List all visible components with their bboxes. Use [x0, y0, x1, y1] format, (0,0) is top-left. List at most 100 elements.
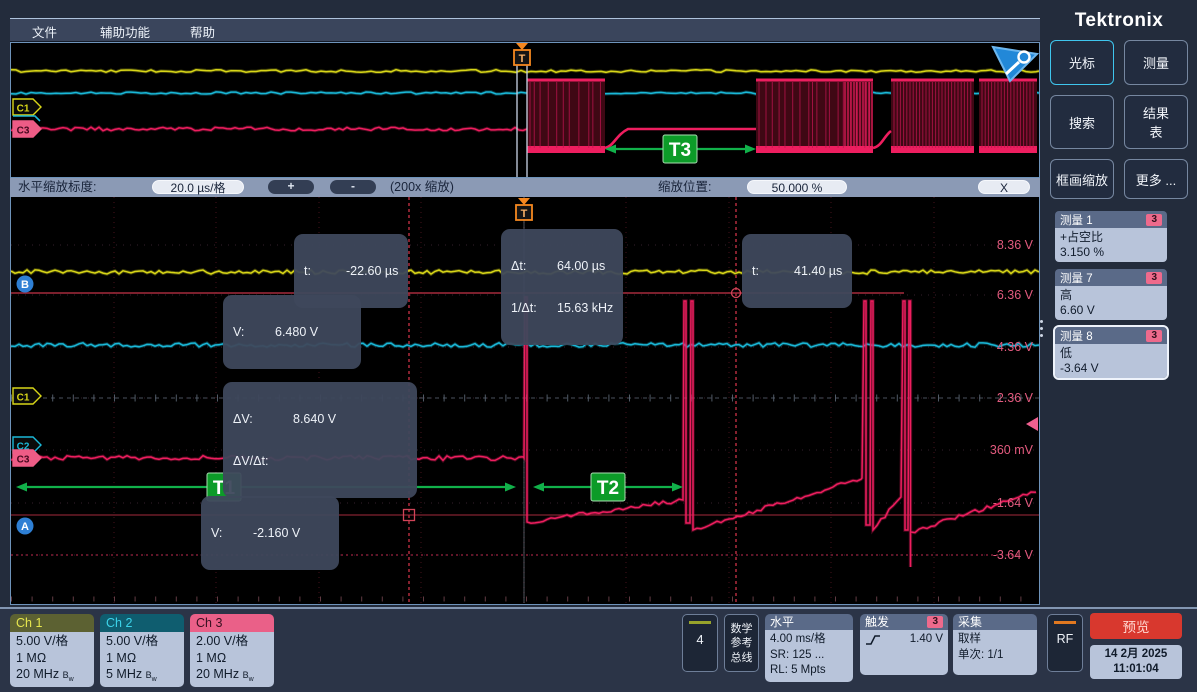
datetime-display: 14 2月 2025 11:01:04: [1090, 645, 1182, 679]
overview-ch3-badge[interactable]: C3: [13, 121, 41, 137]
svg-text:8.36 V: 8.36 V: [997, 238, 1034, 252]
horizontal-settings: 4.00 ms/格 SR: 125 ... RL: 5 Mpts: [765, 630, 853, 682]
readout-label: ΔV/Δt:: [233, 454, 285, 468]
cursor-b-voltage-readout[interactable]: V:6.480 V: [223, 295, 361, 369]
trigger-level: 1.40 V: [910, 632, 943, 648]
menu-item-file[interactable]: 文件: [32, 22, 57, 41]
math-label: 数学: [725, 622, 758, 636]
main-ch3-badge[interactable]: C3: [13, 450, 41, 466]
readout-value: -22.60 µs: [346, 264, 398, 278]
rf-button[interactable]: RF: [1047, 614, 1083, 672]
zoom-factor-label: (200x 缩放): [390, 180, 454, 195]
readout-value: 41.40 µs: [794, 264, 842, 278]
readout-value: 6.480 V: [275, 325, 318, 339]
cursor-b-time-readout[interactable]: t: 41.40 µs: [742, 234, 852, 308]
channel-settings: 5.00 V/格 1 MΩ 5 MHz Bw: [100, 632, 184, 687]
svg-text:6.36 V: 6.36 V: [997, 288, 1034, 302]
measure-button[interactable]: 测量: [1124, 40, 1188, 85]
channel-3-badge[interactable]: Ch 3 2.00 V/格 1 MΩ 20 MHz Bw: [190, 614, 274, 687]
rising-edge-icon: [865, 634, 881, 646]
svg-text:C3: C3: [17, 455, 30, 466]
main-ch1-badge[interactable]: C1: [13, 388, 41, 404]
readout-label: t:: [752, 264, 786, 278]
acquisition-settings-badge[interactable]: 采集 取样 单次: 1/1: [953, 614, 1037, 675]
svg-text:-3.64 V: -3.64 V: [993, 548, 1034, 562]
zoom-out-button[interactable]: -: [330, 180, 376, 194]
zoom-glass-icon[interactable]: [993, 47, 1037, 81]
bus-label: 总线: [725, 651, 758, 665]
channel-2-badge[interactable]: Ch 2 5.00 V/格 1 MΩ 5 MHz Bw: [100, 614, 184, 687]
svg-text:C3: C3: [17, 126, 30, 137]
zoom-position-value[interactable]: 50.000 %: [747, 180, 847, 194]
trigger-level-arrow[interactable]: [1026, 417, 1038, 431]
measurement-value: 6.60 V: [1060, 303, 1162, 318]
menu-item-help[interactable]: 帮助: [190, 22, 215, 41]
math-ref-bus-button[interactable]: 数学 参考 总线: [724, 614, 759, 672]
measurement-source-badge: 3: [1146, 330, 1162, 342]
cursor-a-voltage-readout[interactable]: V:-2.160 V: [201, 496, 339, 570]
zoom-close-button[interactable]: X: [978, 180, 1030, 194]
measurement-value: 3.150 %: [1060, 245, 1162, 260]
overview-traces: [11, 70, 1039, 131]
t3-annotation: T3: [605, 135, 756, 163]
preview-button[interactable]: 预览: [1090, 613, 1182, 639]
cursor-delta-voltage-readout[interactable]: ΔV:8.640 V ΔV/Δt:: [223, 382, 417, 498]
readout-value: 15.63 kHz: [557, 301, 613, 315]
svg-text:2.36 V: 2.36 V: [997, 391, 1034, 405]
svg-text:T3: T3: [669, 140, 691, 161]
channel-4-color-line: [689, 621, 711, 624]
zoom-window-indicator[interactable]: [517, 65, 527, 177]
zoom-in-button[interactable]: +: [268, 180, 314, 194]
overview-waveform-panel[interactable]: T3 T C1 C3: [10, 42, 1040, 178]
channel-4-button[interactable]: 4: [682, 614, 718, 672]
acquisition-settings: 取样 单次: 1/1: [953, 630, 1037, 675]
channel-1-badge[interactable]: Ch 1 5.00 V/格 1 MΩ 20 MHz Bw: [10, 614, 94, 687]
tektronix-logo: Tektronix: [1044, 10, 1194, 32]
zoom-scale-bar: 水平缩放标度: 20.0 µs/格 + - (200x 缩放) 缩放位置: 50…: [10, 178, 1040, 197]
box-zoom-button[interactable]: 框画缩放: [1050, 159, 1114, 199]
more-button[interactable]: 更多 ...: [1124, 159, 1188, 199]
rf-label: RF: [1048, 632, 1082, 646]
search-button[interactable]: 搜索: [1050, 95, 1114, 149]
trigger-settings-badge[interactable]: 触发3 1.40 V: [860, 614, 948, 675]
svg-text:T: T: [521, 208, 528, 220]
readout-label: 1/Δt:: [511, 301, 549, 315]
menu-item-utility[interactable]: 辅助功能: [100, 22, 150, 41]
horizontal-settings-badge[interactable]: 水平 4.00 ms/格 SR: 125 ... RL: 5 Mpts: [765, 614, 853, 682]
time-label: 11:01:04: [1090, 662, 1182, 677]
measurement-kind: 高: [1060, 288, 1162, 303]
zoom-scale-label: 水平缩放标度:: [18, 180, 96, 195]
horizontal-title: 水平: [770, 614, 794, 630]
zoom-scale-value[interactable]: 20.0 µs/格: [152, 180, 244, 194]
bandwidth-limit-mark: Bw: [63, 670, 74, 680]
svg-text:B: B: [21, 279, 29, 291]
measurement-card-8[interactable]: 测量 83 低-3.64 V: [1055, 327, 1167, 378]
measurement-title: 测量 7: [1060, 270, 1093, 286]
overview-waveform: T3 T C1 C3: [11, 43, 1039, 177]
trigger-position-marker[interactable]: T: [516, 198, 532, 220]
trigger-settings: 1.40 V: [860, 630, 948, 675]
panel-drag-handle[interactable]: [1040, 316, 1044, 341]
cursors-button[interactable]: 光标: [1050, 40, 1114, 85]
zoom-position-label: 缩放位置:: [658, 180, 711, 195]
channel-settings: 5.00 V/格 1 MΩ 20 MHz Bw: [10, 632, 94, 687]
results-table-button[interactable]: 结果 表: [1124, 95, 1188, 149]
channel-name: Ch 2: [100, 614, 184, 632]
readout-value: 64.00 µs: [557, 259, 605, 273]
date-label: 14 2月 2025: [1090, 647, 1182, 662]
measurement-card-7[interactable]: 测量 73 高6.60 V: [1055, 269, 1167, 320]
trigger-position-marker[interactable]: T: [514, 43, 530, 65]
svg-text:T2: T2: [597, 478, 619, 499]
sidebar-buttons: 光标 测量 搜索 结果 表 框画缩放 更多 ...: [1044, 40, 1194, 199]
bandwidth-limit-mark: Bw: [146, 670, 157, 680]
overview-ch1-badge[interactable]: C1: [13, 99, 41, 115]
cursor-delta-readout[interactable]: Δt:64.00 µs 1/Δt:15.63 kHz: [501, 229, 623, 345]
y-axis-labels: 8.36 V6.36 V4.36 V2.36 V360 mV-1.64 V-3.…: [990, 238, 1034, 562]
measurement-card-1[interactable]: 测量 13 +占空比3.150 %: [1055, 211, 1167, 262]
svg-text:T: T: [519, 53, 526, 65]
svg-text:C1: C1: [17, 393, 30, 404]
channel-settings: 2.00 V/格 1 MΩ 20 MHz Bw: [190, 632, 274, 687]
readout-label: t:: [304, 264, 338, 278]
zoomed-waveform-panel[interactable]: T1T2BAC1C2C3T8.36 V6.36 V4.36 V2.36 V360…: [10, 197, 1040, 605]
channel-markers[interactable]: BA: [17, 276, 34, 535]
